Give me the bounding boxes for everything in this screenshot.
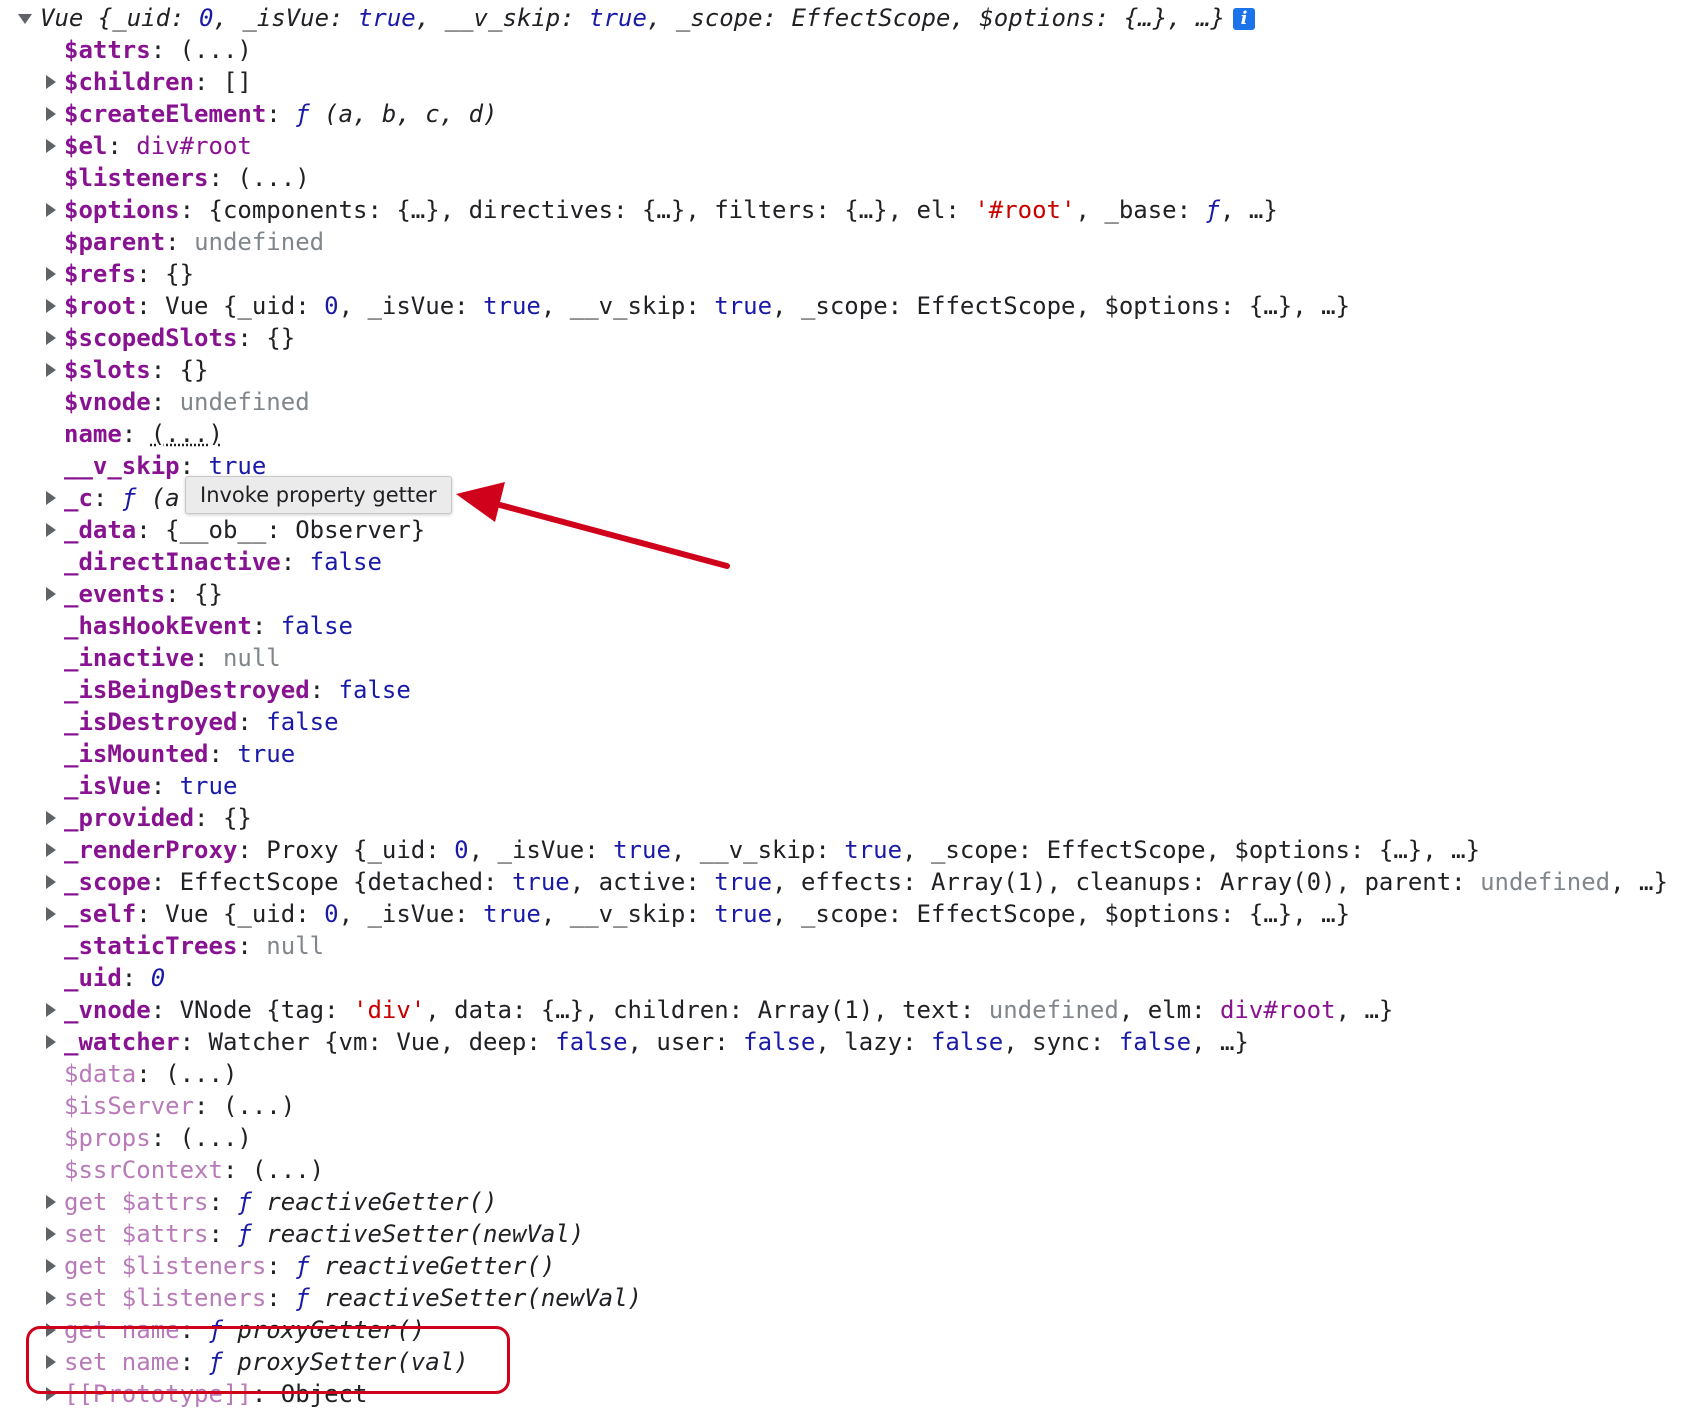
annotation-highlight-box (26, 1326, 510, 1394)
annotation-arrow (456, 482, 730, 569)
devtools-console: Vue {_uid: 0, _isVue: true, __v_skip: tr… (0, 0, 1708, 1414)
